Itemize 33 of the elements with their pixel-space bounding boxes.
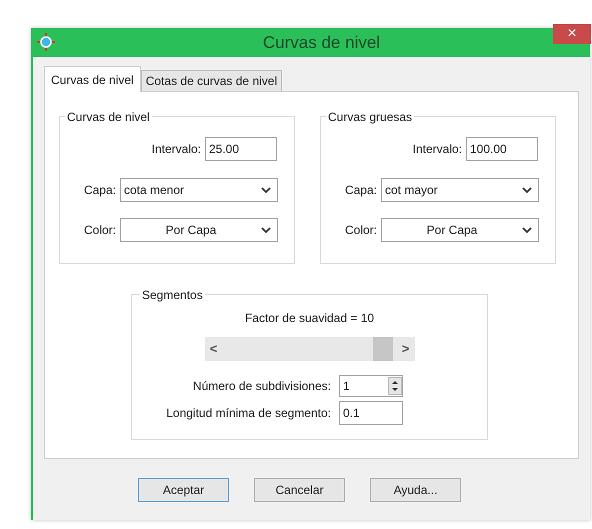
close-button[interactable]: ×	[553, 24, 591, 44]
dialog-button[interactable]: Cancelar	[254, 478, 345, 502]
dialog-button[interactable]: Aceptar	[138, 478, 229, 502]
smoothing-label: Factor de suavidad = 10	[244, 310, 374, 327]
chevron-down-icon	[522, 186, 532, 194]
chevron-down-icon	[522, 226, 532, 234]
scroll-right-button[interactable]: >	[396, 337, 414, 361]
dropdown[interactable]: Por Capa	[120, 218, 278, 242]
chevron-down-icon	[261, 226, 271, 234]
input-field[interactable]: 100.00	[466, 137, 538, 161]
target-icon	[36, 32, 56, 52]
input-field[interactable]: 0.1	[339, 401, 403, 425]
spin-arrows-icon[interactable]	[388, 377, 402, 395]
scroll-thumb[interactable]	[372, 337, 392, 361]
input-field[interactable]: 25.00	[205, 137, 277, 161]
dropdown[interactable]: Por Capa	[381, 218, 539, 242]
field-label: Número de subdivisiones:	[192, 378, 332, 395]
tab[interactable]: Cotas de curvas de nivel	[140, 70, 282, 91]
scroll-left-button[interactable]: <	[204, 337, 222, 361]
field-label: Color:	[344, 222, 378, 239]
dropdown[interactable]: cot mayor	[381, 178, 539, 202]
field-label: Intervalo:	[150, 141, 202, 158]
tab[interactable]: Curvas de nivel	[44, 66, 141, 92]
field-label: Capa:	[344, 182, 378, 199]
dropdown[interactable]: cota menor	[120, 178, 278, 202]
field-label: Capa:	[82, 182, 117, 199]
spin-field[interactable]: 1	[339, 375, 403, 397]
field-label: Color:	[82, 222, 117, 239]
window-title: Curvas de nivel	[262, 32, 380, 54]
field-label: Intervalo:	[412, 141, 463, 158]
chevron-down-icon	[261, 186, 271, 194]
field-label: Longitud mínima de segmento:	[165, 405, 332, 422]
dialog-button[interactable]: Ayuda...	[370, 478, 461, 502]
